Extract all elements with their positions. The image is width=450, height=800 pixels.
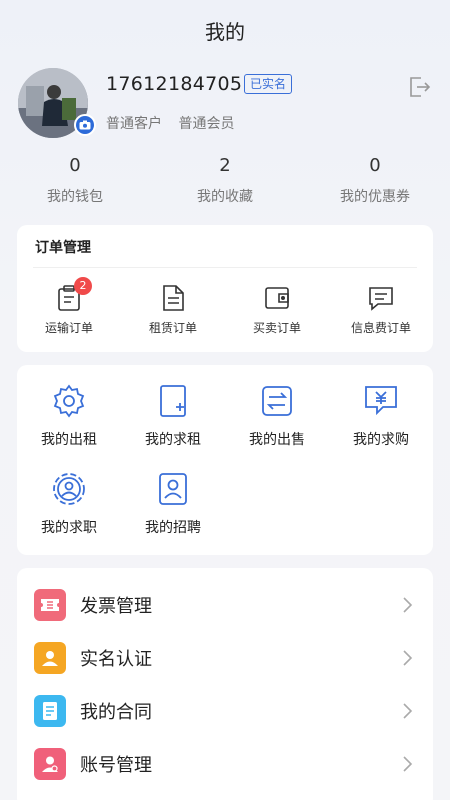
my-purchase-request-button[interactable]: 我的求购 xyxy=(329,383,433,449)
menu-item-label: 实名认证 xyxy=(80,649,152,670)
verified-badge: 已实名 xyxy=(244,74,293,94)
stat-value: 2 xyxy=(219,155,231,176)
id-icon xyxy=(34,642,66,674)
chevron-right-icon xyxy=(401,596,413,614)
person-circle-icon xyxy=(51,471,87,507)
chevron-right-icon xyxy=(401,649,413,667)
divider xyxy=(33,267,417,268)
contract-icon xyxy=(34,695,66,727)
favorites-stat[interactable]: 2 我的收藏 xyxy=(150,154,300,210)
my-rent-request-button[interactable]: 我的求租 xyxy=(121,383,225,449)
gear-icon xyxy=(51,383,87,419)
my-rent-out-button[interactable]: 我的出租 xyxy=(17,383,121,449)
services-card: 我的出租 我的求租 我的出售 我的求购 我的求职 我的招聘 xyxy=(17,365,433,555)
yuan-chat-icon xyxy=(363,383,399,419)
order-item-label: 买卖订单 xyxy=(252,321,301,335)
stat-value: 0 xyxy=(69,155,81,176)
stats-row: 0 我的钱包 2 我的收藏 0 我的优惠券 xyxy=(0,154,450,210)
clipboard-icon: 2 xyxy=(54,277,92,313)
my-job-seeking-button[interactable]: 我的求职 xyxy=(17,471,121,537)
chevron-right-icon xyxy=(401,702,413,720)
rental-orders-button[interactable]: 租赁订单 xyxy=(121,283,225,336)
customer-tag: 普通客户 xyxy=(106,116,162,132)
order-count-badge: 2 xyxy=(74,277,92,295)
service-label: 我的招聘 xyxy=(145,520,201,536)
info-fee-orders-button[interactable]: 信息费订单 xyxy=(329,283,433,336)
transport-orders-button[interactable]: 2 运输订单 xyxy=(17,277,121,336)
stat-label: 我的收藏 xyxy=(197,189,253,205)
order-management-card: 订单管理 2 运输订单 租赁订单 买卖订单 信息费订单 xyxy=(17,225,433,352)
order-item-label: 运输订单 xyxy=(44,321,93,335)
wallet-icon xyxy=(262,283,292,313)
service-label: 我的求租 xyxy=(145,432,201,448)
chevron-right-icon xyxy=(401,755,413,773)
stat-value: 0 xyxy=(369,155,381,176)
menu-item-account[interactable]: 账号管理 xyxy=(17,737,433,790)
my-recruitment-button[interactable]: 我的招聘 xyxy=(121,471,225,537)
order-item-label: 信息费订单 xyxy=(350,321,411,335)
person-card-icon xyxy=(155,471,191,507)
menu-item-label: 发票管理 xyxy=(80,596,152,617)
document-icon xyxy=(158,283,188,313)
menu-item-label: 账号管理 xyxy=(80,755,152,776)
service-label: 我的求职 xyxy=(41,520,97,536)
add-page-icon xyxy=(155,383,191,419)
settings-menu-card: 发票管理 实名认证 我的合同 账号管理 xyxy=(17,568,433,800)
stat-label: 我的钱包 xyxy=(47,189,103,205)
page-title: 我的 xyxy=(205,20,245,44)
stat-label: 我的优惠券 xyxy=(340,189,410,205)
trade-orders-button[interactable]: 买卖订单 xyxy=(225,283,329,336)
order-item-label: 租赁订单 xyxy=(148,321,197,335)
profile-section: 17612184705 已实名 普通客户 普通会员 xyxy=(18,68,432,142)
menu-item-invoice[interactable]: 发票管理 xyxy=(17,578,433,631)
camera-icon[interactable] xyxy=(74,114,96,136)
menu-item-verification[interactable]: 实名认证 xyxy=(17,631,433,684)
service-label: 我的求购 xyxy=(353,432,409,448)
user-tags: 普通客户 普通会员 xyxy=(106,113,246,133)
service-label: 我的出租 xyxy=(41,432,97,448)
service-label: 我的出售 xyxy=(249,432,305,448)
coupons-stat[interactable]: 0 我的优惠券 xyxy=(300,154,450,210)
menu-item-label: 我的合同 xyxy=(80,702,152,723)
exchange-icon xyxy=(259,383,295,419)
order-section-title: 订单管理 xyxy=(35,240,91,256)
logout-icon[interactable] xyxy=(406,74,432,100)
wallet-stat[interactable]: 0 我的钱包 xyxy=(0,154,150,210)
member-tag: 普通会员 xyxy=(178,116,235,132)
invoice-icon xyxy=(34,589,66,621)
account-icon xyxy=(34,748,66,780)
my-sell-button[interactable]: 我的出售 xyxy=(225,383,329,449)
menu-item-contracts[interactable]: 我的合同 xyxy=(17,684,433,737)
message-icon xyxy=(366,283,396,313)
phone-number: 17612184705 xyxy=(106,73,243,95)
